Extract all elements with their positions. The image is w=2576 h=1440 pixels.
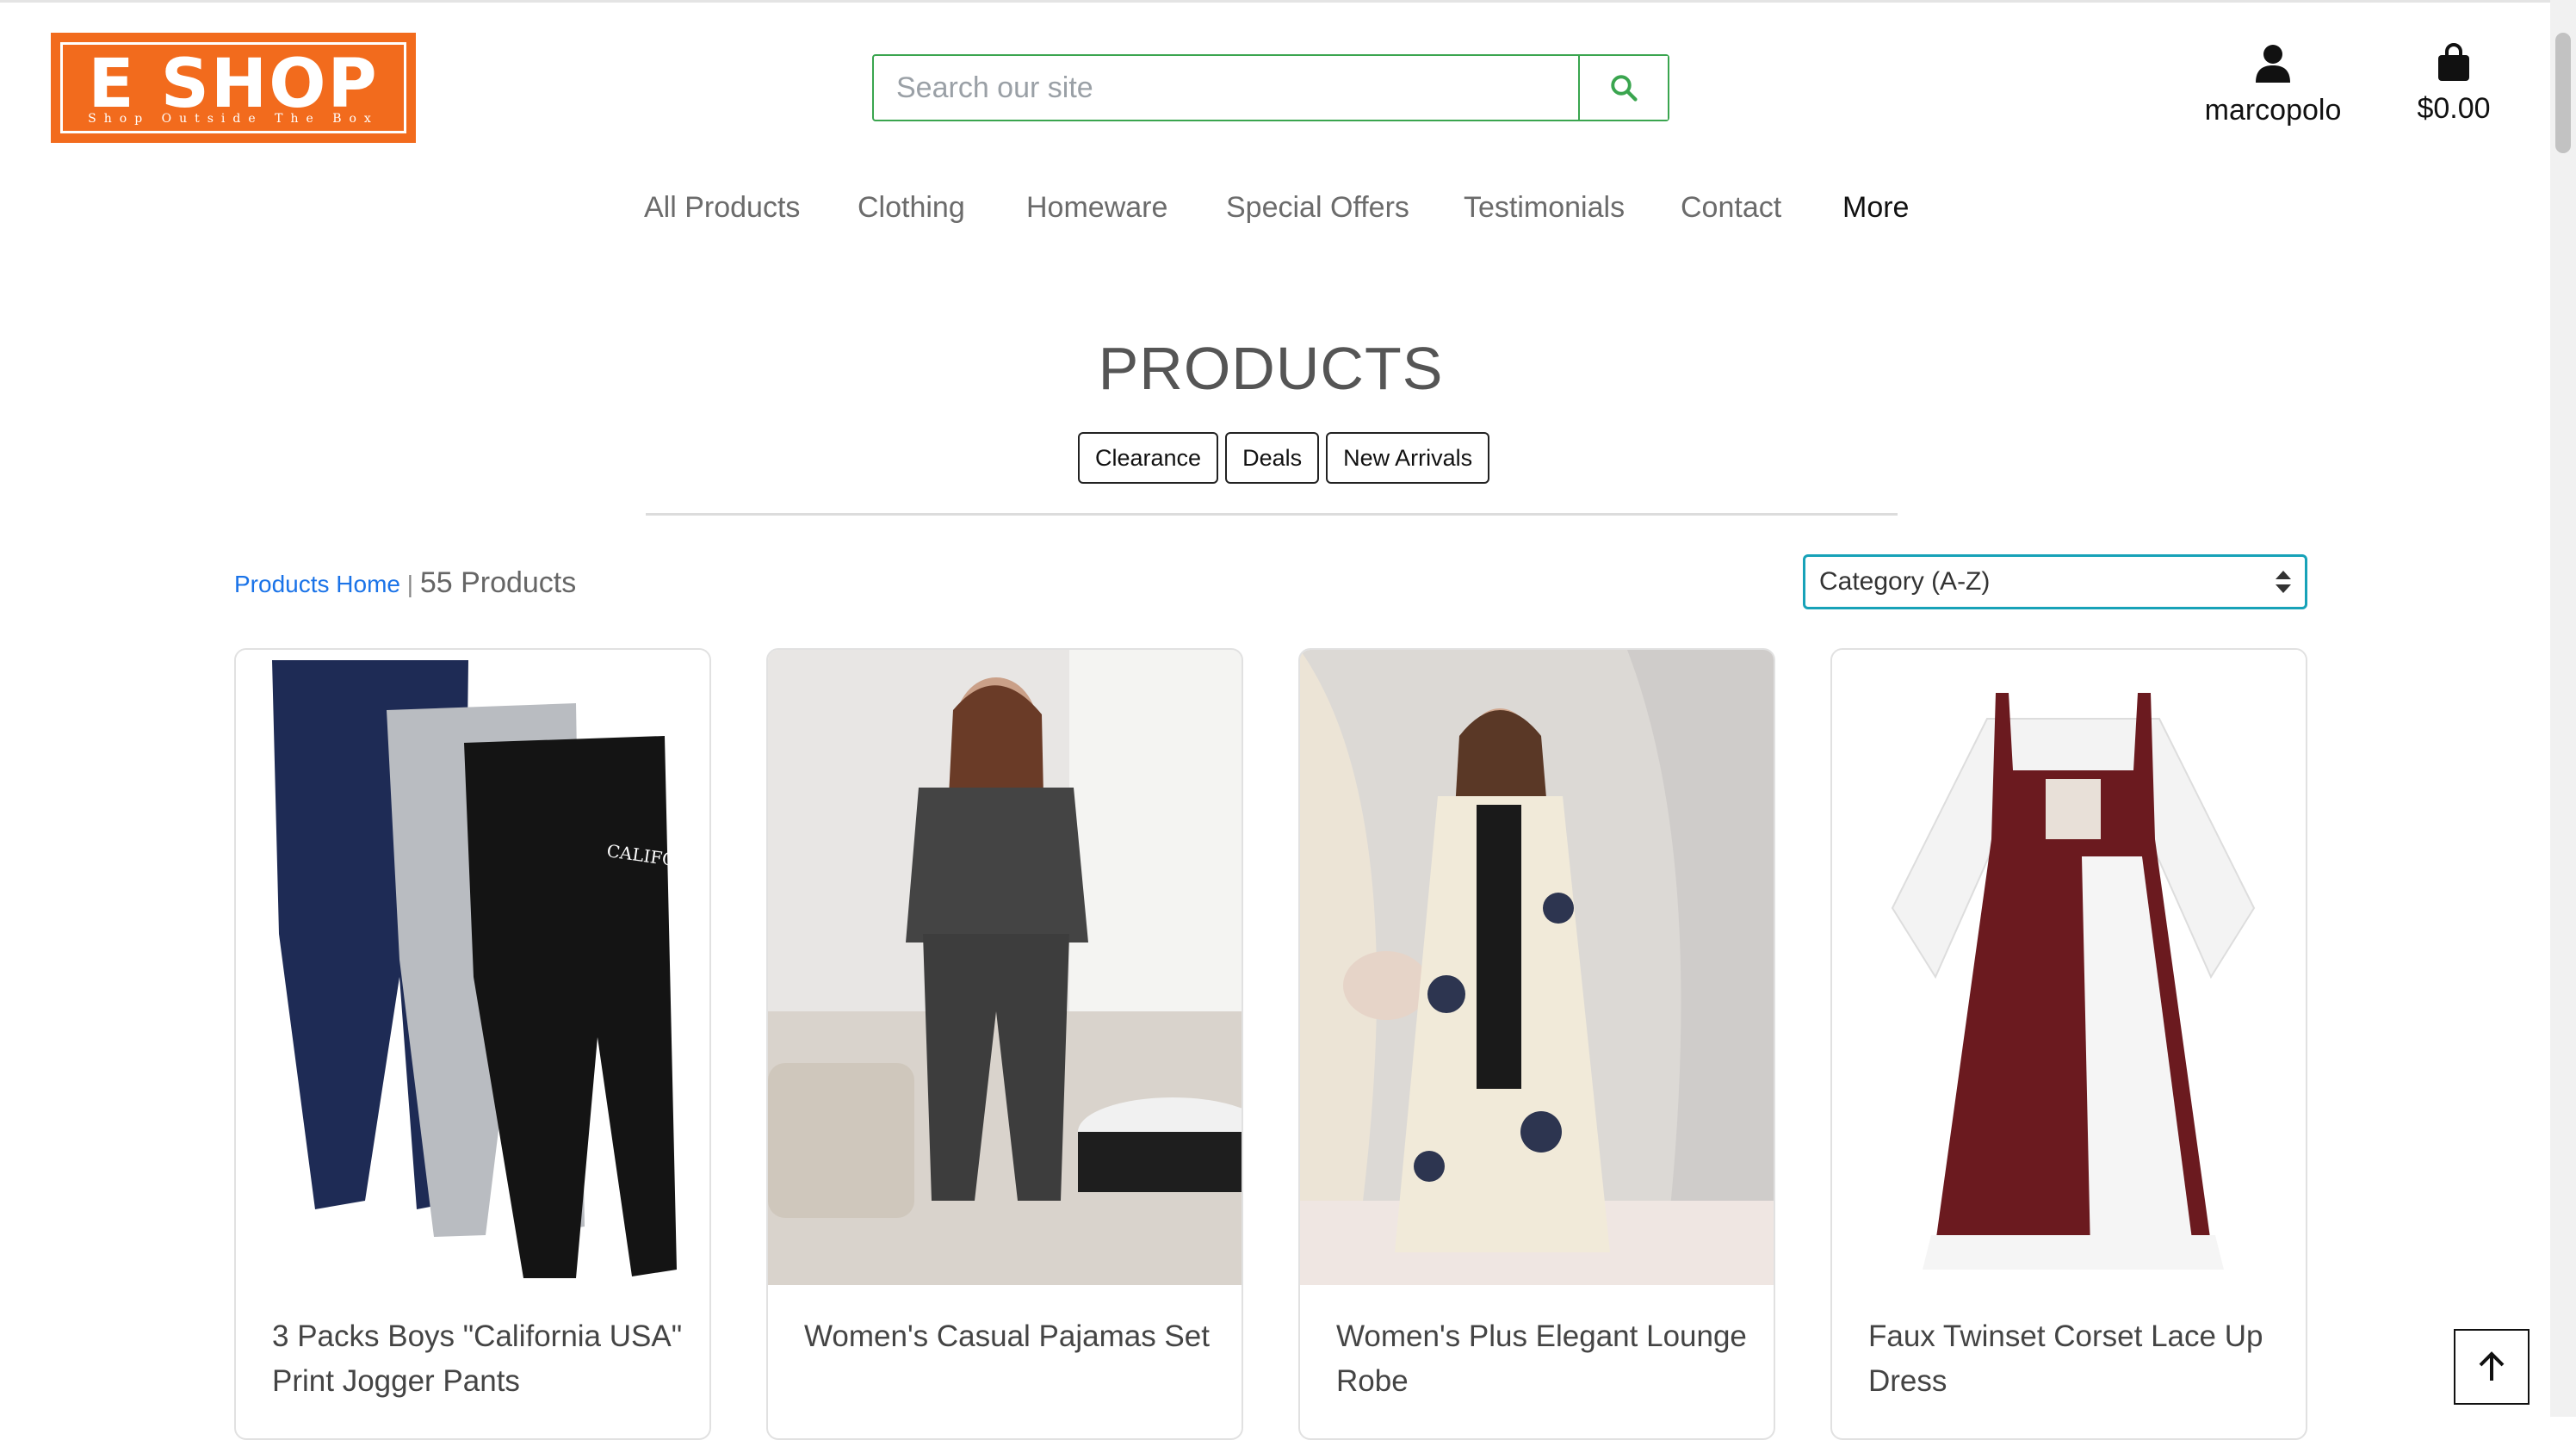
sort-select[interactable]: Category (A-Z) — [1803, 554, 2307, 609]
product-image[interactable] — [768, 650, 1242, 1285]
product-card[interactable]: Faux Twinset Corset Lace Up Dress — [1830, 648, 2307, 1440]
nav-special-offers[interactable]: Special Offers — [1226, 191, 1409, 225]
nav-contact[interactable]: Contact — [1681, 191, 1781, 225]
breadcrumb-separator: | — [406, 571, 414, 597]
product-card[interactable]: Women's Plus Elegant Lounge Robe — [1298, 648, 1775, 1440]
account-link[interactable]: marcopolo — [2187, 43, 2359, 127]
account-label: marcopolo — [2204, 94, 2342, 127]
logo-title: E SHOP — [88, 46, 379, 123]
nav-more[interactable]: More — [1842, 191, 1909, 225]
filter-deals-button[interactable]: Deals — [1225, 432, 1320, 484]
product-image[interactable] — [1300, 650, 1774, 1285]
corset-dress-image — [1832, 650, 2306, 1285]
site-logo[interactable]: E SHOP Shop Outside The Box — [51, 33, 416, 143]
nav-all-products[interactable]: All Products — [644, 191, 800, 225]
logo-frame: E SHOP Shop Outside The Box — [60, 42, 406, 133]
nav-clothing[interactable]: Clothing — [858, 191, 965, 225]
sort-selected-value: Category (A-Z) — [1819, 567, 1991, 596]
products-home-link[interactable]: Products Home — [234, 571, 400, 597]
product-name[interactable]: Faux Twinset Corset Lace Up Dress — [1868, 1314, 2280, 1404]
shopping-bag-link[interactable]: $0.00 — [2402, 43, 2505, 126]
breadcrumb: Products Home | 55 Products — [234, 566, 576, 600]
filter-chips: Clearance Deals New Arrivals — [1078, 432, 1490, 484]
product-name[interactable]: Women's Plus Elegant Lounge Robe — [1336, 1314, 1748, 1404]
product-card[interactable]: Women's Casual Pajamas Set — [766, 648, 1243, 1440]
search-input[interactable] — [874, 56, 1578, 120]
logo-tagline: Shop Outside The Box — [88, 112, 379, 126]
scrollbar[interactable] — [2550, 0, 2576, 1417]
product-name[interactable]: Women's Casual Pajamas Set — [804, 1314, 1216, 1359]
product-card[interactable]: CALIFORNIA 3 Packs Boys "California USA"… — [234, 648, 711, 1440]
product-count: 55 Products — [419, 566, 577, 599]
filter-clearance-button[interactable]: Clearance — [1078, 432, 1219, 484]
product-name[interactable]: 3 Packs Boys "California USA" Print Jogg… — [272, 1314, 684, 1404]
section-divider — [646, 513, 1898, 516]
arrow-up-icon — [2479, 1351, 2505, 1381]
product-image[interactable]: CALIFORNIA — [236, 650, 709, 1285]
lounge-robe-image — [1300, 650, 1774, 1285]
nav-homeware[interactable]: Homeware — [1026, 191, 1167, 225]
pajamas-set-image — [768, 650, 1242, 1285]
nav-testimonials[interactable]: Testimonials — [1464, 191, 1625, 225]
filter-new-arrivals-button[interactable]: New Arrivals — [1326, 432, 1490, 484]
shopping-bag-icon — [2438, 43, 2469, 81]
scrollbar-thumb[interactable] — [2555, 33, 2571, 153]
product-image[interactable] — [1832, 650, 2306, 1285]
bag-total: $0.00 — [2417, 92, 2491, 125]
back-to-top-button[interactable] — [2454, 1329, 2530, 1405]
search-icon — [1611, 75, 1638, 102]
main-nav: All Products Clothing Homeware Special O… — [0, 191, 2576, 234]
top-border — [0, 0, 2576, 3]
select-arrows-icon — [2276, 571, 2291, 593]
search-button[interactable] — [1578, 56, 1668, 120]
page-title: PRODUCTS — [1098, 335, 1444, 402]
search-bar — [872, 54, 1669, 121]
jogger-pants-image: CALIFORNIA — [236, 650, 709, 1285]
user-icon — [2256, 45, 2290, 83]
